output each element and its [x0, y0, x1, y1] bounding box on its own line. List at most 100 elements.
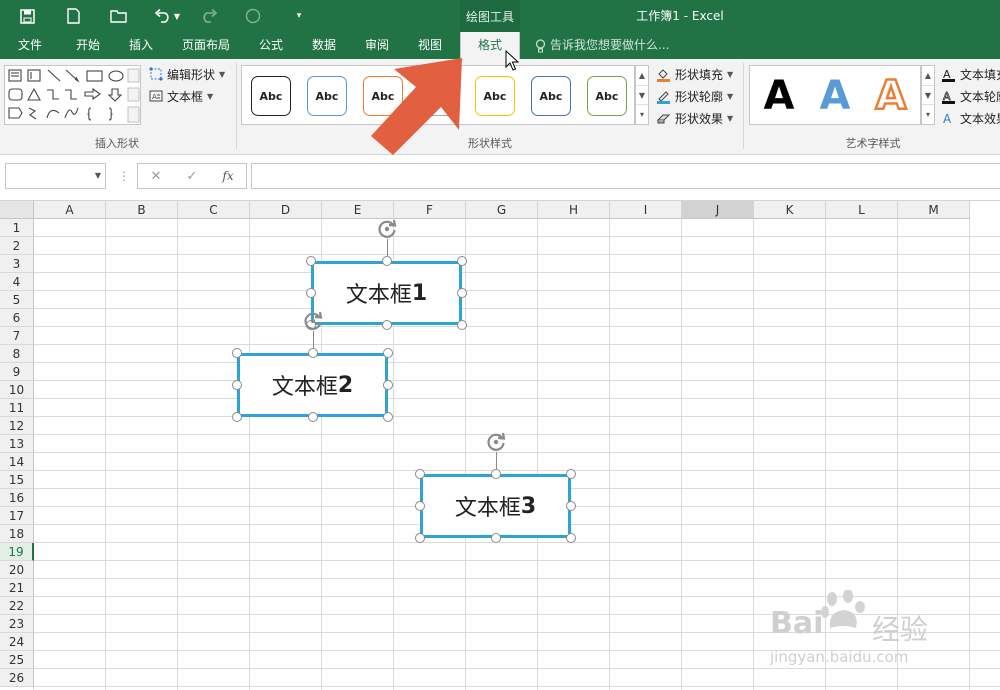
- shape-style-7[interactable]: Abc: [587, 76, 627, 116]
- shape-style-3[interactable]: Abc: [363, 76, 403, 116]
- row-header[interactable]: 20: [0, 561, 34, 579]
- resize-handle[interactable]: [457, 320, 467, 330]
- column-header[interactable]: F: [394, 201, 466, 219]
- scroll-down-icon[interactable]: ▼: [922, 86, 934, 106]
- tab-review[interactable]: 审阅: [354, 32, 400, 59]
- row-header[interactable]: 23: [0, 615, 34, 633]
- column-header[interactable]: B: [106, 201, 178, 219]
- undo-dropdown-icon[interactable]: ▼: [170, 0, 184, 32]
- tab-data[interactable]: 数据: [301, 32, 347, 59]
- row-header[interactable]: 9: [0, 363, 34, 381]
- row-header[interactable]: 4: [0, 273, 34, 291]
- shapes-gallery[interactable]: [4, 65, 141, 125]
- resize-handle[interactable]: [306, 288, 316, 298]
- redo-icon[interactable]: [196, 0, 222, 32]
- row-header[interactable]: 7: [0, 327, 34, 345]
- shape-style-4[interactable]: Abc: [419, 76, 459, 116]
- cancel-icon[interactable]: ✕: [138, 169, 174, 184]
- row-header[interactable]: 13: [0, 435, 34, 453]
- wordart-style-3[interactable]: A: [866, 70, 916, 122]
- chevron-down-icon[interactable]: ▼: [95, 171, 101, 180]
- touch-mode-icon[interactable]: [240, 0, 266, 32]
- wordart-gallery[interactable]: A A A: [749, 65, 921, 125]
- row-header[interactable]: 18: [0, 525, 34, 543]
- resize-handle[interactable]: [383, 380, 393, 390]
- resize-handle[interactable]: [415, 469, 425, 479]
- row-header[interactable]: 1: [0, 219, 34, 237]
- resize-handle[interactable]: [457, 256, 467, 266]
- text-box-2[interactable]: 文本框 2: [237, 353, 388, 417]
- resize-handle[interactable]: [457, 288, 467, 298]
- shape-style-1[interactable]: Abc: [251, 76, 291, 116]
- customize-qat-icon[interactable]: ▾: [286, 0, 312, 32]
- name-box[interactable]: ▼: [5, 163, 106, 189]
- resize-handle[interactable]: [383, 348, 393, 358]
- row-header[interactable]: 19: [0, 543, 34, 561]
- new-file-icon[interactable]: [60, 0, 86, 32]
- wordart-style-2[interactable]: A: [810, 70, 860, 122]
- resize-handle[interactable]: [306, 256, 316, 266]
- row-header[interactable]: 10: [0, 381, 34, 399]
- shape-style-gallery[interactable]: Abc Abc Abc Abc Abc Abc Abc: [241, 65, 635, 125]
- column-header[interactable]: M: [898, 201, 970, 219]
- formula-bar-grip-icon[interactable]: ⋮: [118, 169, 130, 183]
- select-all-corner[interactable]: [0, 201, 34, 219]
- insert-function-icon[interactable]: fx: [210, 169, 246, 183]
- resize-handle[interactable]: [381, 256, 392, 266]
- column-header[interactable]: H: [538, 201, 610, 219]
- column-header[interactable]: J: [682, 201, 754, 219]
- row-header[interactable]: 2: [0, 237, 34, 255]
- shape-style-6[interactable]: Abc: [531, 76, 571, 116]
- rotate-handle-icon[interactable]: [375, 217, 399, 241]
- text-box-1[interactable]: 文本框 1: [311, 261, 462, 325]
- resize-handle[interactable]: [383, 412, 393, 422]
- shape-style-2[interactable]: Abc: [307, 76, 347, 116]
- text-box-3[interactable]: 文本框 3: [420, 474, 571, 538]
- scroll-up-icon[interactable]: ▲: [636, 66, 648, 86]
- open-folder-icon[interactable]: [106, 0, 132, 32]
- row-header[interactable]: 5: [0, 291, 34, 309]
- row-header[interactable]: 21: [0, 579, 34, 597]
- row-header[interactable]: 15: [0, 471, 34, 489]
- resize-handle[interactable]: [415, 533, 425, 543]
- tab-home[interactable]: 开始: [62, 32, 114, 59]
- rotate-handle-icon[interactable]: [484, 430, 508, 454]
- column-header[interactable]: L: [826, 201, 898, 219]
- resize-handle[interactable]: [566, 501, 576, 511]
- resize-handle[interactable]: [566, 469, 576, 479]
- scroll-down-icon[interactable]: ▼: [636, 86, 648, 106]
- row-header[interactable]: 16: [0, 489, 34, 507]
- text-fill-button[interactable]: A 文本填充: [941, 64, 1000, 84]
- resize-handle[interactable]: [232, 412, 242, 422]
- row-header[interactable]: 24: [0, 633, 34, 651]
- wordart-style-1[interactable]: A: [754, 70, 804, 122]
- tab-insert[interactable]: 插入: [117, 32, 165, 59]
- resize-handle[interactable]: [490, 533, 501, 543]
- more-icon[interactable]: ▾: [922, 105, 934, 124]
- shape-style-5[interactable]: Abc: [475, 76, 515, 116]
- column-header[interactable]: D: [250, 201, 322, 219]
- row-header[interactable]: 22: [0, 597, 34, 615]
- tab-formulas[interactable]: 公式: [248, 32, 294, 59]
- tab-view[interactable]: 视图: [407, 32, 453, 59]
- save-icon[interactable]: [14, 0, 40, 32]
- tell-me-search[interactable]: 告诉我您想要做什么...: [535, 32, 669, 59]
- resize-handle[interactable]: [566, 533, 576, 543]
- enter-icon[interactable]: ✓: [174, 169, 210, 184]
- rotate-handle-icon[interactable]: [301, 309, 325, 333]
- row-header[interactable]: 26: [0, 669, 34, 687]
- row-header[interactable]: 25: [0, 651, 34, 669]
- row-header[interactable]: 11: [0, 399, 34, 417]
- resize-handle[interactable]: [490, 469, 501, 479]
- row-header[interactable]: 12: [0, 417, 34, 435]
- text-box-button[interactable]: A 文本框 ▼: [149, 86, 213, 106]
- row-header[interactable]: 17: [0, 507, 34, 525]
- shape-fill-button[interactable]: 形状填充 ▼: [656, 64, 733, 84]
- resize-handle[interactable]: [415, 501, 425, 511]
- tab-file[interactable]: 文件: [5, 32, 55, 59]
- column-header[interactable]: G: [466, 201, 538, 219]
- column-header[interactable]: C: [178, 201, 250, 219]
- formula-input[interactable]: [251, 163, 1000, 189]
- resize-handle[interactable]: [232, 380, 242, 390]
- more-icon[interactable]: ▾: [636, 105, 648, 124]
